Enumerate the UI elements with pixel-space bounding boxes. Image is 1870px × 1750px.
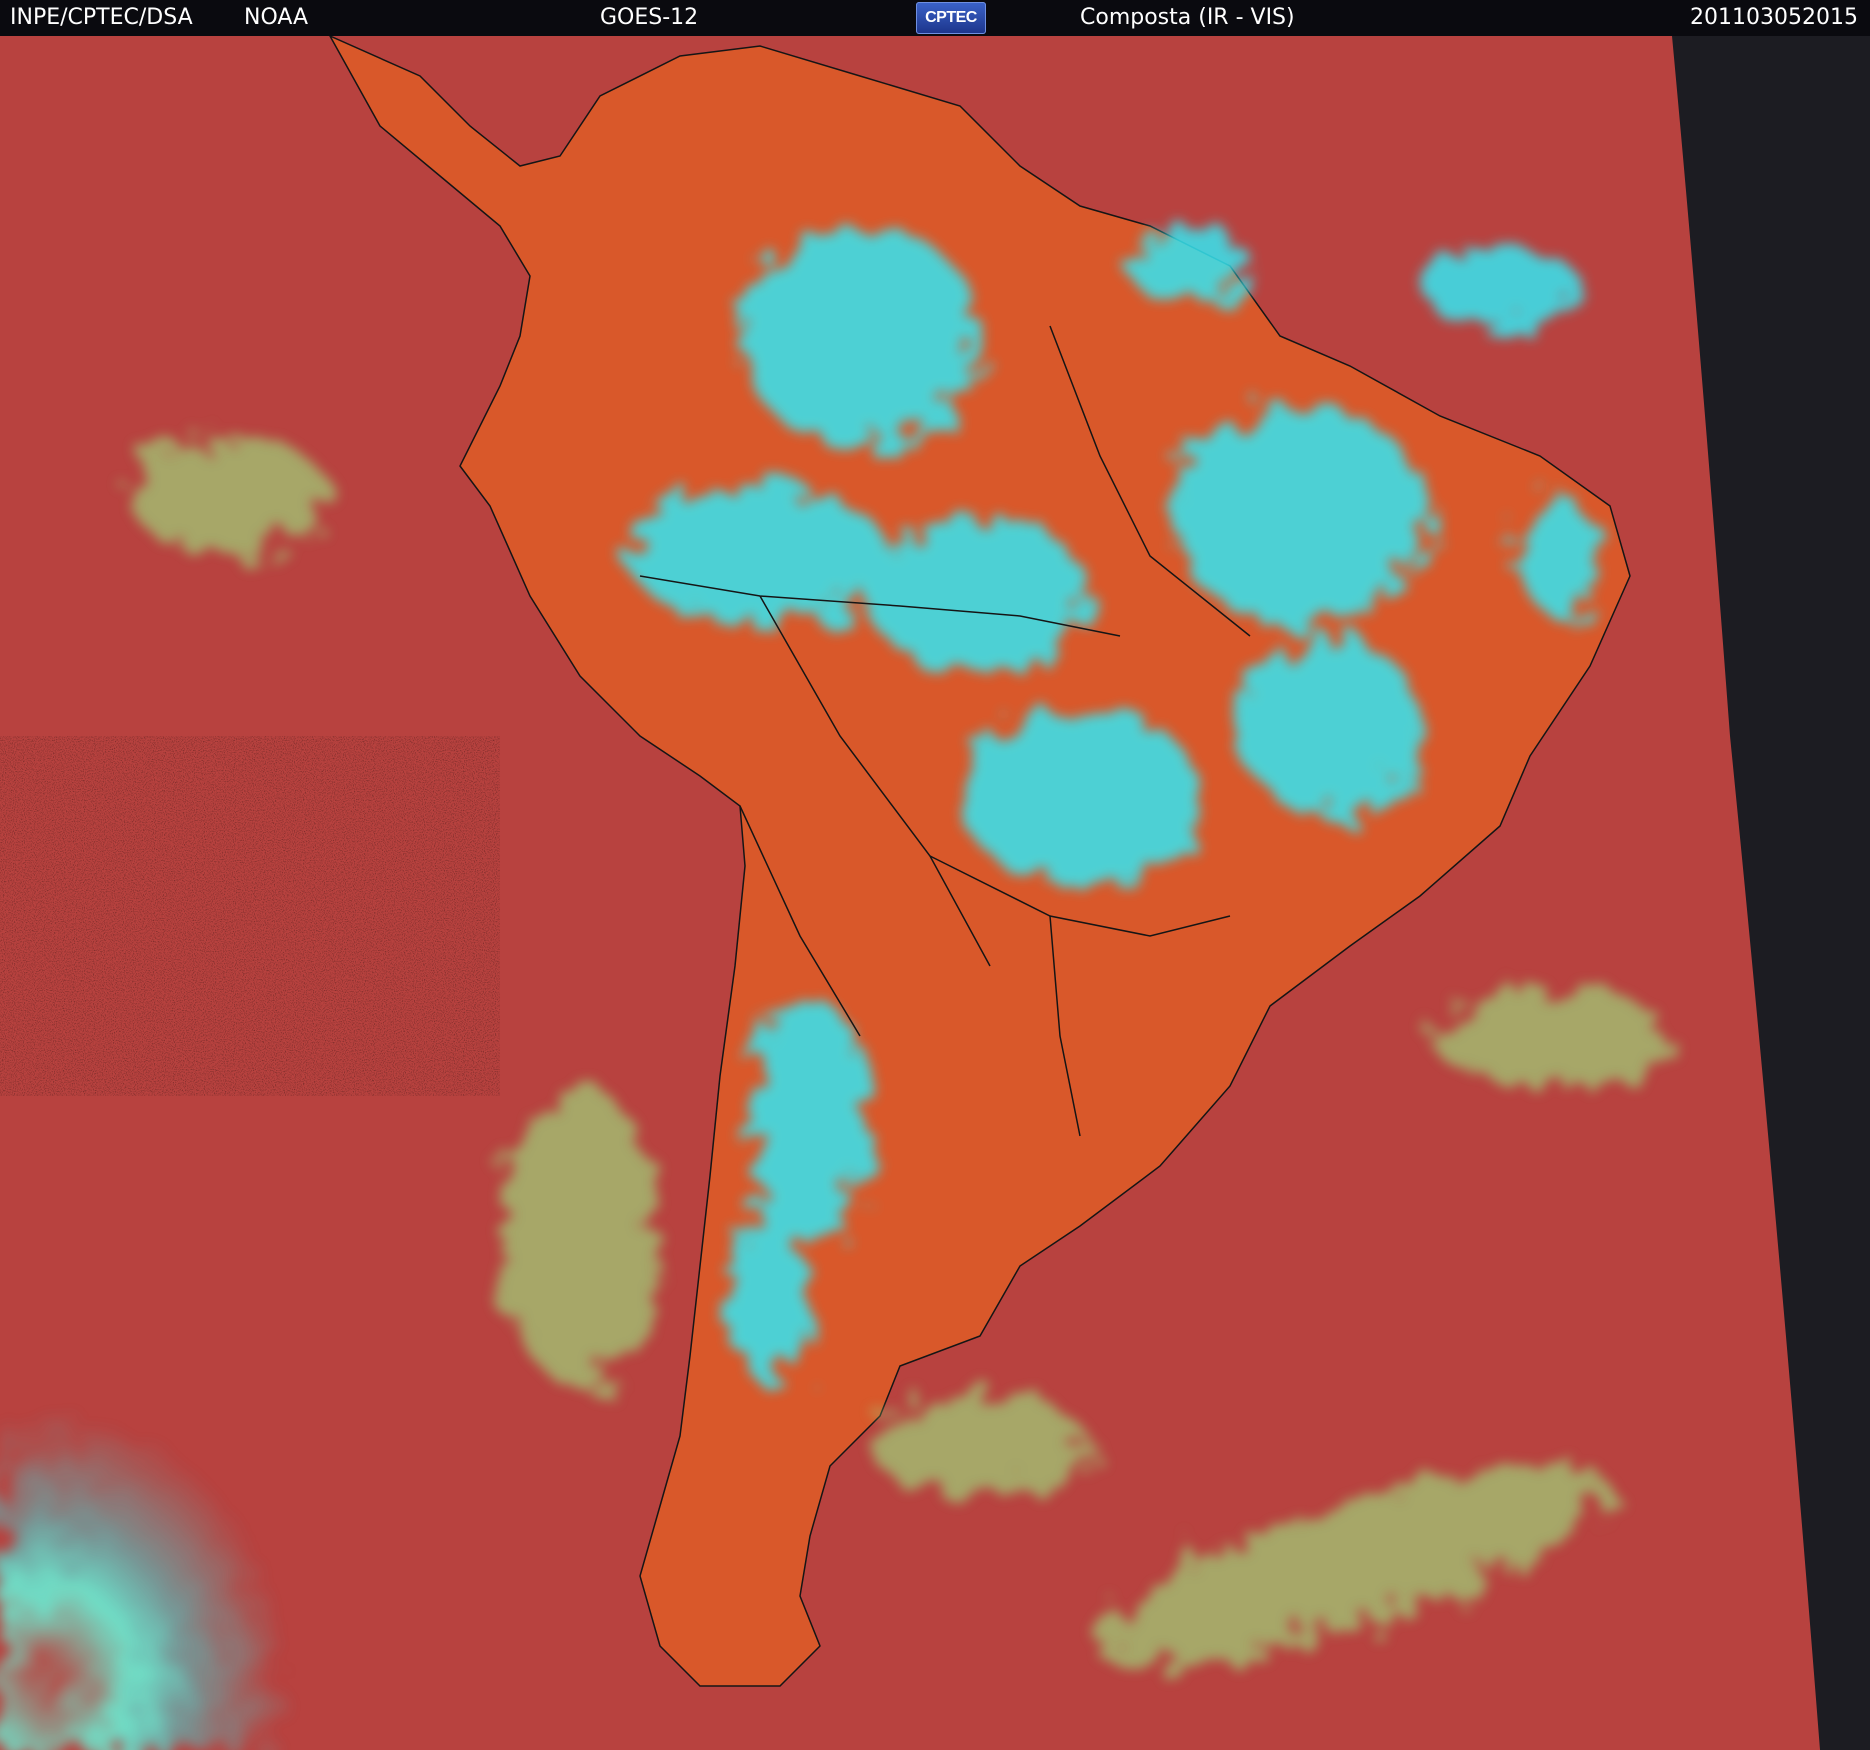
image-header-bar: INPE/CPTEC/DSA NOAA GOES-12 CPTEC Compos… xyxy=(0,0,1870,36)
timestamp-label: 201103052015 xyxy=(1690,5,1858,30)
agency-label: NOAA xyxy=(244,5,309,30)
source-label: INPE/CPTEC/DSA xyxy=(10,5,193,30)
satellite-label: GOES-12 xyxy=(600,5,699,30)
satellite-composite-image xyxy=(0,36,1870,1750)
cptec-logo-text: CPTEC xyxy=(925,9,977,26)
cptec-logo: CPTEC xyxy=(916,2,986,34)
product-label: Composta (IR - VIS) xyxy=(1080,5,1295,30)
dark-speckle-region xyxy=(0,736,500,1096)
